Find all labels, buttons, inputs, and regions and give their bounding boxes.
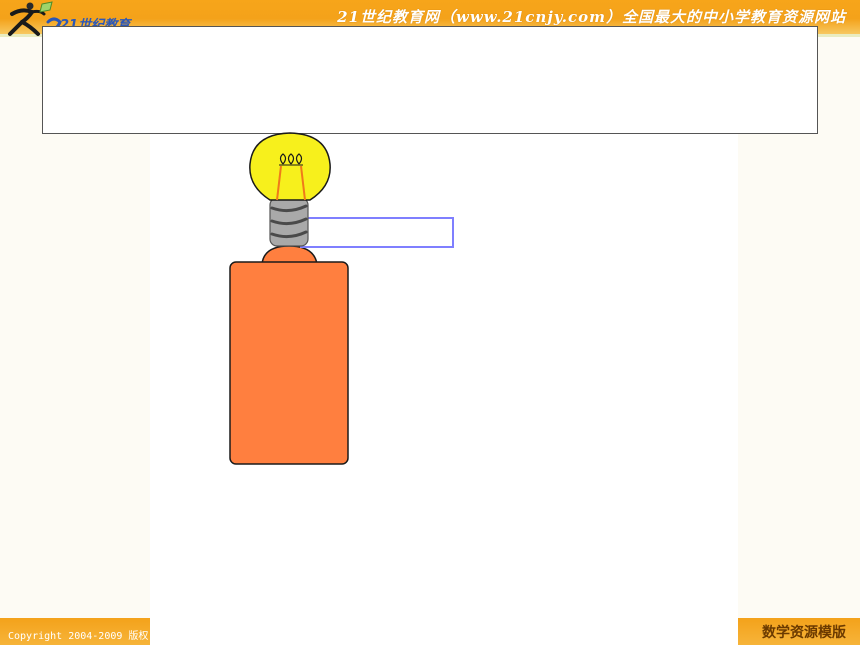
light-bulb-icon[interactable] (249, 132, 331, 201)
circuit-illustration (229, 132, 454, 465)
footer-brand: 数学资源模版 (762, 625, 846, 641)
wire-connector[interactable] (300, 217, 454, 248)
footer-copyright: Copyright 2004-2009 版权 (8, 631, 149, 642)
battery-icon[interactable] (229, 261, 349, 465)
bulb-base (269, 197, 309, 247)
slide-canvas-bottom (150, 618, 738, 645)
